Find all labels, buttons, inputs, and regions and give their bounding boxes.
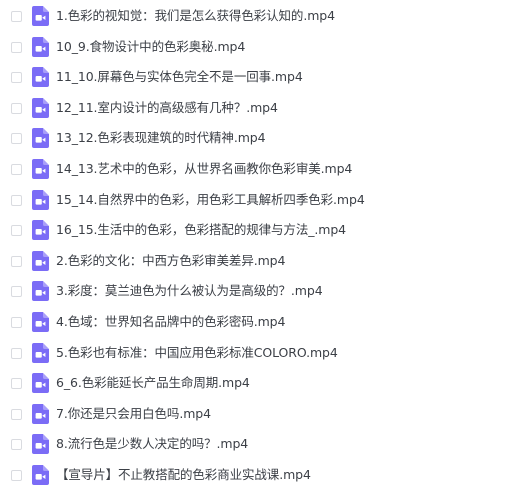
video-file-icon — [32, 312, 49, 332]
file-row[interactable]: 13_12.色彩表现建筑的时代精神.mp4 — [0, 124, 518, 154]
file-row[interactable]: 8.流行色是少数人决定的吗？.mp4 — [0, 430, 518, 460]
file-row[interactable]: 15_14.自然界中的色彩，用色彩工具解析四季色彩.mp4 — [0, 186, 518, 216]
video-file-icon — [32, 342, 49, 363]
file-name: 【宣导片】不止教搭配的色彩商业实战课.mp4 — [56, 467, 311, 482]
file-row[interactable]: 14_13.艺术中的色彩，从世界名画教你色彩审美.mp4 — [0, 155, 518, 185]
file-checkbox[interactable] — [11, 255, 22, 267]
file-row[interactable]: 2.色彩的文化：中西方色彩审美差异.mp4 — [0, 247, 518, 277]
file-row[interactable]: 11_10.屏幕色与实体色完全不是一回事.mp4 — [0, 63, 518, 93]
file-name: 5.色彩也有标准：中国应用色彩标准COLORO.mp4 — [56, 344, 338, 360]
file-checkbox[interactable] — [11, 102, 22, 114]
video-file-icon — [32, 128, 49, 149]
video-file-icon — [32, 250, 49, 271]
file-row[interactable]: 7.你还是只会用白色吗.mp4 — [0, 400, 518, 430]
file-name: 3.彩度：莫兰迪色为什么被认为是高级的？.mp4 — [56, 283, 323, 299]
file-checkbox[interactable] — [11, 11, 22, 22]
file-name: 6_6.色彩能延长产品生命周期.mp4 — [56, 375, 250, 391]
file-checkbox[interactable] — [11, 72, 22, 84]
file-name: 8.流行色是少数人决定的吗？.mp4 — [56, 436, 249, 452]
file-row[interactable]: 10_9.食物设计中的色彩奥秘.mp4 — [0, 33, 518, 63]
video-file-icon — [32, 465, 49, 485]
file-name: 7.你还是只会用白色吗.mp4 — [56, 405, 211, 421]
file-name: 16_15.生活中的色彩，色彩搭配的规律与方法_.mp4 — [56, 222, 347, 238]
video-file-icon — [32, 281, 49, 302]
video-file-icon — [32, 403, 49, 424]
file-name: 15_14.自然界中的色彩，用色彩工具解析四季色彩.mp4 — [56, 191, 365, 207]
file-checkbox[interactable] — [11, 408, 22, 420]
video-file-icon — [32, 220, 49, 241]
video-file-icon — [32, 67, 49, 88]
file-row[interactable]: 1.色彩的视知觉：我们是怎么获得色彩认知的.mp4 — [0, 2, 518, 32]
file-name: 10_9.食物设计中的色彩奥秘.mp4 — [56, 38, 246, 54]
file-name: 2.色彩的文化：中西方色彩审美差异.mp4 — [56, 252, 286, 268]
file-checkbox[interactable] — [11, 286, 22, 298]
file-checkbox[interactable] — [11, 439, 22, 451]
file-row[interactable]: 16_15.生活中的色彩，色彩搭配的规律与方法_.mp4 — [0, 216, 518, 246]
file-row[interactable]: 12_11.室内设计的高级感有几种？.mp4 — [0, 94, 518, 124]
file-name: 12_11.室内设计的高级感有几种？.mp4 — [56, 99, 278, 115]
file-name: 1.色彩的视知觉：我们是怎么获得色彩认知的.mp4 — [56, 8, 335, 23]
file-name: 11_10.屏幕色与实体色完全不是一回事.mp4 — [56, 69, 303, 85]
file-checkbox[interactable] — [11, 378, 22, 390]
file-checkbox[interactable] — [11, 225, 22, 237]
video-file-icon — [32, 189, 49, 210]
file-row[interactable]: 4.色域：世界知名品牌中的色彩密码.mp4 — [0, 308, 518, 338]
video-file-icon — [32, 159, 49, 179]
video-file-icon — [32, 6, 49, 26]
file-checkbox[interactable] — [11, 133, 22, 145]
video-file-icon — [32, 373, 49, 394]
file-checkbox[interactable] — [11, 347, 22, 359]
file-row[interactable]: 3.彩度：莫兰迪色为什么被认为是高级的？.mp4 — [0, 277, 518, 307]
file-checkbox[interactable] — [11, 194, 22, 206]
file-list: 1.色彩的视知觉：我们是怎么获得色彩认知的.mp4 10_9.食物设计中的色彩奥秘… — [0, 0, 518, 490]
file-checkbox[interactable] — [11, 470, 22, 481]
video-file-icon — [32, 434, 49, 455]
file-name: 13_12.色彩表现建筑的时代精神.mp4 — [56, 130, 266, 146]
file-checkbox[interactable] — [11, 164, 22, 175]
file-row[interactable]: 【宣导片】不止教搭配的色彩商业实战课.mp4 — [0, 461, 518, 491]
file-row[interactable]: 5.色彩也有标准：中国应用色彩标准COLORO.mp4 — [0, 339, 518, 369]
video-file-icon — [32, 36, 49, 57]
file-name: 14_13.艺术中的色彩，从世界名画教你色彩审美.mp4 — [56, 161, 353, 176]
file-row[interactable]: 6_6.色彩能延长产品生命周期.mp4 — [0, 369, 518, 399]
file-name: 4.色域：世界知名品牌中的色彩密码.mp4 — [56, 314, 286, 329]
file-checkbox[interactable] — [11, 317, 22, 328]
video-file-icon — [32, 97, 49, 118]
file-checkbox[interactable] — [11, 41, 22, 53]
